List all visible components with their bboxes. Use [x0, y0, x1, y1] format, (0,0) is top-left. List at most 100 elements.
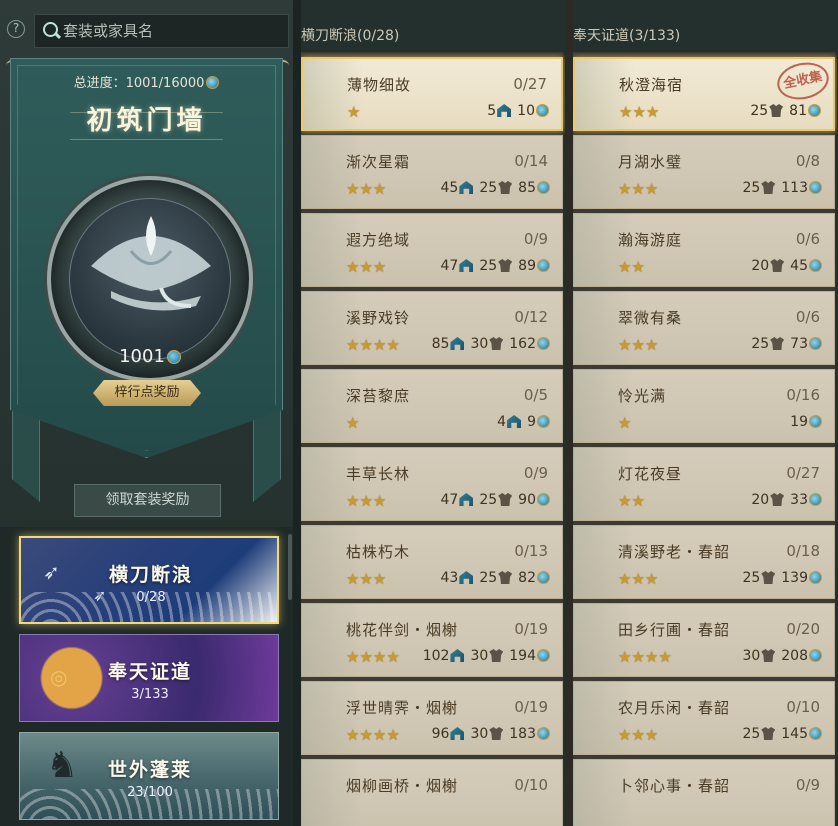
set-name: 秋澄海宿 [619, 76, 684, 94]
set-card[interactable]: 卜邻心事・春韶 0/9 [573, 759, 835, 826]
coin-icon [536, 104, 549, 117]
outfit-icon [761, 181, 776, 194]
series-card-1[interactable]: ◎ 奉天证道 3/133 [19, 634, 279, 722]
outfit-icon [761, 649, 776, 662]
outfit-count: 25 [751, 336, 770, 352]
set-card[interactable]: 枯株朽木 0/13 ★★★ 43 25 82 [301, 525, 563, 599]
set-thumbnail [302, 526, 362, 598]
set-card[interactable]: 秋澄海宿 ★★★ 25 81 全收集 [573, 57, 835, 131]
set-card[interactable]: 桃花伴剑・烟榭 0/19 ★★★★ 102 30 194 [301, 603, 563, 677]
outfit-count: 25 [479, 180, 498, 196]
set-card[interactable]: 翠微有桑 0/6 ★★★ 25 73 [573, 291, 835, 365]
set-card[interactable]: 烟柳画桥・烟榭 0/10 [301, 759, 563, 826]
set-name: 枯株朽木 [346, 543, 411, 561]
series-card-0[interactable]: ➶ ➶ 横刀断浪 0/28 [19, 536, 279, 624]
coin-icon [809, 337, 822, 350]
star-rating: ★★★ [618, 726, 659, 744]
outfit-count: 30 [742, 648, 761, 664]
set-thumbnail [302, 604, 362, 676]
set-card[interactable]: 深苔黎庶 0/5 ★ 4 9 [301, 369, 563, 443]
set-card[interactable]: 溪野戏铃 0/12 ★★★★ 85 30 162 [301, 291, 563, 365]
set-card[interactable]: 怜光满 0/16 ★ 19 [573, 369, 835, 443]
set-rewards: 20 33 [751, 492, 822, 508]
set-card[interactable]: 浮世晴霁・烟榭 0/19 ★★★★ 96 30 183 [301, 681, 563, 755]
search-box[interactable] [34, 14, 289, 48]
star-rating: ★★ [618, 492, 645, 510]
set-name: 深苔黎庶 [346, 387, 411, 405]
set-name: 薄物细故 [347, 76, 412, 94]
set-progress: 0/27 [513, 75, 547, 93]
coin-icon [537, 493, 550, 506]
medal-value: 1001 [51, 346, 249, 367]
help-icon[interactable]: ? [7, 20, 25, 38]
coin-icon [809, 181, 822, 194]
complete-stamp: 全收集 [773, 59, 833, 105]
set-progress: 0/9 [795, 776, 820, 794]
set-card[interactable]: 清溪野老・春韶 0/18 ★★★ 25 139 [573, 525, 835, 599]
set-list-column-2: 秋澄海宿 ★★★ 25 81 全收集 月湖水璧 0/8 ★★★ 25 113 瀚海游庭 0/6 ★★ 20… [573, 53, 837, 826]
set-card[interactable]: 遐方绝域 0/9 ★★★ 47 25 89 [301, 213, 563, 287]
coin-icon [809, 649, 822, 662]
set-progress: 0/16 [786, 386, 820, 404]
outfit-icon [769, 104, 784, 117]
rank-medal: 1001 [47, 176, 253, 382]
furniture-count: 85 [431, 336, 450, 352]
set-name: 月湖水璧 [618, 153, 683, 171]
coin-count: 194 [509, 648, 536, 664]
set-thumbnail [574, 136, 634, 208]
series-card-2[interactable]: ♞ 世外蓬莱 23/100 [19, 732, 279, 820]
set-progress: 0/12 [514, 308, 548, 326]
coin-icon [537, 571, 550, 584]
coin-count: 85 [518, 180, 536, 196]
set-name: 浮世晴霁・烟榭 [346, 699, 459, 717]
star-rating: ★★★★ [346, 726, 400, 744]
outfit-count: 25 [742, 570, 761, 586]
set-rewards: 25 73 [751, 336, 822, 352]
star-rating: ★★★ [619, 103, 660, 121]
set-thumbnail [574, 448, 634, 520]
star-rating: ★★★ [346, 570, 387, 588]
set-progress: 0/14 [514, 152, 548, 170]
furniture-count: 4 [497, 414, 507, 430]
set-name: 溪野戏铃 [346, 309, 411, 327]
set-card[interactable]: 农月乐闲・春韶 0/10 ★★★ 25 145 [573, 681, 835, 755]
set-progress: 0/19 [514, 698, 548, 716]
series-name: 世外蓬莱 [107, 759, 192, 781]
search-input[interactable] [63, 22, 278, 40]
reward-button[interactable]: 梓行点奖励 [93, 380, 201, 406]
set-name: 烟柳画桥・烟榭 [346, 777, 459, 795]
set-thumbnail [574, 214, 634, 286]
outfit-count: 25 [742, 726, 761, 742]
set-rewards: 25 145 [742, 726, 822, 742]
series-scrollbar[interactable] [288, 534, 292, 600]
outfit-icon [761, 571, 776, 584]
set-thumbnail [302, 448, 362, 520]
furniture-icon [459, 181, 474, 194]
set-list-column-1: 薄物细故 0/27 ★ 5 10 渐次星霜 0/14 ★★★ 45 25 85 遐方绝域 0/9 ★★★ 4… [301, 53, 565, 826]
set-card[interactable]: 丰草长林 0/9 ★★★ 47 25 90 [301, 447, 563, 521]
set-thumbnail [302, 214, 362, 286]
furniture-icon [507, 415, 522, 428]
set-progress: 0/9 [523, 230, 548, 248]
set-progress: 0/9 [523, 464, 548, 482]
furniture-icon [497, 104, 512, 117]
outfit-count: 25 [750, 103, 769, 119]
set-card[interactable]: 灯花夜昼 0/27 ★★ 20 33 [573, 447, 835, 521]
claim-set-reward-button[interactable]: 领取套装奖励 [74, 484, 221, 517]
set-card[interactable]: 月湖水璧 0/8 ★★★ 25 113 [573, 135, 835, 209]
set-rewards: 47 25 90 [441, 492, 550, 508]
furniture-count: 47 [440, 258, 459, 274]
set-card[interactable]: 渐次星霜 0/14 ★★★ 45 25 85 [301, 135, 563, 209]
coin-count: 162 [509, 336, 536, 352]
star-rating: ★ [346, 414, 360, 432]
set-card[interactable]: 薄物细故 0/27 ★ 5 10 [301, 57, 563, 131]
furniture-count: 45 [440, 180, 459, 196]
furniture-icon [459, 493, 474, 506]
set-progress: 0/5 [523, 386, 548, 404]
set-card[interactable]: 瀚海游庭 0/6 ★★ 20 45 [573, 213, 835, 287]
set-name: 遐方绝域 [346, 231, 411, 249]
outfit-icon [489, 337, 504, 350]
set-thumbnail [302, 136, 362, 208]
coin-icon [809, 259, 822, 272]
set-card[interactable]: 田乡行圃・春韶 0/20 ★★★★ 30 208 [573, 603, 835, 677]
